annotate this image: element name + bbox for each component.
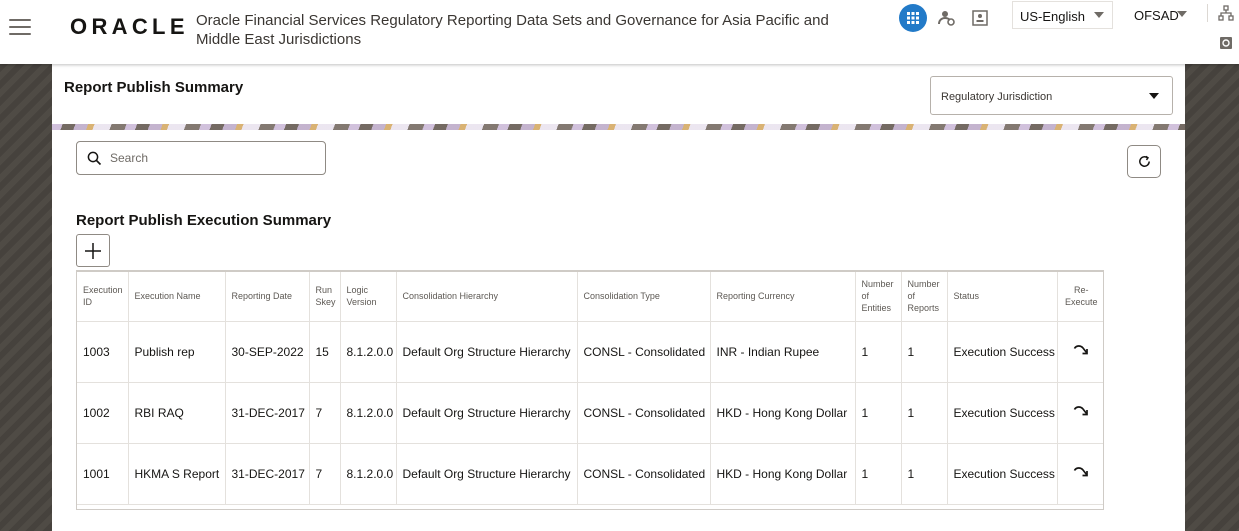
profile-card-icon[interactable]: [971, 9, 989, 27]
col-header-re-execute[interactable]: Re-Execute: [1057, 272, 1103, 322]
cell-number-of-entities: 1: [855, 382, 902, 444]
regulatory-jurisdiction-select[interactable]: Regulatory Jurisdiction: [930, 76, 1173, 115]
cell-execution-id: 1001: [77, 443, 129, 505]
col-header-reporting-date[interactable]: Reporting Date: [225, 272, 310, 322]
hierarchy-icon[interactable]: [1218, 5, 1234, 21]
cell-run-skey: 7: [309, 443, 341, 505]
cell-reporting-currency: HKD - Hong Kong Dollar: [710, 382, 856, 444]
right-background: [1185, 64, 1239, 531]
header-divider: [1207, 4, 1208, 22]
cell-reporting-currency: INR - Indian Rupee: [710, 321, 856, 383]
jurisdiction-placeholder: Regulatory Jurisdiction: [941, 91, 1053, 103]
apps-grid-icon[interactable]: [899, 4, 927, 32]
col-header-execution-id[interactable]: Execution ID: [77, 272, 129, 322]
cell-reporting-date: 31-DEC-2017: [225, 382, 310, 444]
col-header-execution-name[interactable]: Execution Name: [128, 272, 226, 322]
user-name: OFSAD: [1134, 8, 1179, 23]
table-header: Execution ID Execution Name Reporting Da…: [77, 272, 1103, 322]
svg-text:ORACLE: ORACLE: [70, 14, 186, 39]
search-icon: [87, 151, 102, 166]
cell-status: Execution Success: [947, 443, 1058, 505]
cell-number-of-reports: 1: [901, 382, 948, 444]
re-execute-button[interactable]: [1057, 382, 1103, 444]
cell-consolidation-hierarchy: Default Org Structure Hierarchy: [396, 382, 578, 444]
cell-number-of-entities: 1: [855, 443, 902, 505]
cell-consolidation-type: CONSL - Consolidated: [577, 443, 711, 505]
hamburger-menu-icon[interactable]: [9, 19, 31, 35]
app-header: ORACLE Oracle Financial Services Regulat…: [0, 0, 1239, 64]
cell-reporting-date: 31-DEC-2017: [225, 443, 310, 505]
user-menu[interactable]: OFSAD: [1128, 1, 1195, 29]
re-execute-button[interactable]: [1057, 321, 1103, 383]
re-execute-icon: [1073, 406, 1089, 416]
cell-consolidation-hierarchy: Default Org Structure Hierarchy: [396, 321, 578, 383]
col-header-number-of-entities[interactable]: Number of Entities: [855, 272, 902, 322]
col-header-consolidation-type[interactable]: Consolidation Type: [577, 272, 711, 322]
cell-execution-name: HKMA S Report: [128, 443, 226, 505]
table-row[interactable]: 1001 HKMA S Report 31-DEC-2017 7 8.1.2.0…: [77, 443, 1103, 505]
main-panel: Report Publish Summary Regulatory Jurisd…: [52, 64, 1185, 531]
cell-consolidation-hierarchy: Default Org Structure Hierarchy: [396, 443, 578, 505]
cell-execution-name: Publish rep: [128, 321, 226, 383]
chevron-down-icon: [1177, 11, 1187, 17]
search-box[interactable]: [76, 141, 326, 175]
oracle-logo: ORACLE: [70, 14, 186, 39]
add-execution-button[interactable]: [76, 234, 110, 267]
cell-logic-version: 8.1.2.0.0: [340, 321, 397, 383]
cell-reporting-date: 30-SEP-2022: [225, 321, 310, 383]
cell-run-skey: 7: [309, 382, 341, 444]
cell-status: Execution Success: [947, 321, 1058, 383]
cell-number-of-entities: 1: [855, 321, 902, 383]
cell-logic-version: 8.1.2.0.0: [340, 382, 397, 444]
report-icon[interactable]: [1219, 36, 1233, 50]
re-execute-button[interactable]: [1057, 443, 1103, 505]
table-row[interactable]: 1003 Publish rep 30-SEP-2022 15 8.1.2.0.…: [77, 321, 1103, 383]
search-input[interactable]: [110, 151, 310, 165]
col-header-number-of-reports[interactable]: Number of Reports: [901, 272, 948, 322]
cell-consolidation-type: CONSL - Consolidated: [577, 382, 711, 444]
left-background: [0, 64, 52, 531]
page-title: Report Publish Summary: [64, 79, 244, 96]
table-row[interactable]: 1002 RBI RAQ 31-DEC-2017 7 8.1.2.0.0 Def…: [77, 382, 1103, 444]
re-execute-icon: [1073, 345, 1089, 355]
refresh-icon: [1138, 155, 1150, 167]
col-header-consolidation-hierarchy[interactable]: Consolidation Hierarchy: [396, 272, 578, 322]
col-header-logic-version[interactable]: Logic Version: [340, 272, 397, 322]
chevron-down-icon: [1094, 12, 1104, 18]
plus-icon: [85, 242, 101, 259]
user-settings-icon[interactable]: [938, 9, 956, 27]
chevron-down-icon: [1149, 93, 1159, 99]
section-title: Report Publish Execution Summary: [76, 212, 332, 229]
language-select[interactable]: US-English: [1012, 1, 1113, 29]
app-title: Oracle Financial Services Regulatory Rep…: [196, 12, 829, 48]
cell-number-of-reports: 1: [901, 321, 948, 383]
language-value: US-English: [1020, 9, 1086, 24]
col-header-run-skey[interactable]: Run Skey: [309, 272, 341, 322]
cell-run-skey: 15: [309, 321, 341, 383]
cell-consolidation-type: CONSL - Consolidated: [577, 321, 711, 383]
cell-logic-version: 8.1.2.0.0: [340, 443, 397, 505]
refresh-button[interactable]: [1127, 145, 1161, 178]
re-execute-icon: [1073, 467, 1089, 477]
cell-execution-name: RBI RAQ: [128, 382, 226, 444]
cell-reporting-currency: HKD - Hong Kong Dollar: [710, 443, 856, 505]
col-header-reporting-currency[interactable]: Reporting Currency: [710, 272, 856, 322]
col-header-status[interactable]: Status: [947, 272, 1058, 322]
cell-status: Execution Success: [947, 382, 1058, 444]
cell-number-of-reports: 1: [901, 443, 948, 505]
execution-summary-table: Execution ID Execution Name Reporting Da…: [76, 270, 1104, 510]
cell-execution-id: 1003: [77, 321, 129, 383]
decorative-banner-stripe: [52, 124, 1185, 130]
cell-execution-id: 1002: [77, 382, 129, 444]
